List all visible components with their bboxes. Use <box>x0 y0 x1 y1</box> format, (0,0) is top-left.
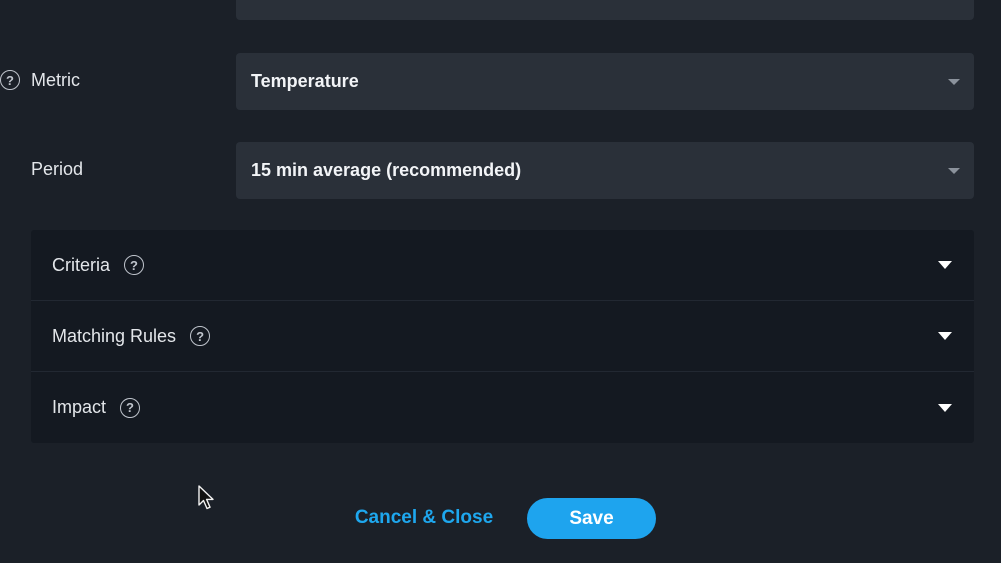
impact-help-icon[interactable]: ? <box>120 397 141 418</box>
criteria-label: Criteria <box>52 254 111 275</box>
chevron-down-icon <box>948 78 960 85</box>
criteria-help-icon[interactable]: ? <box>124 255 145 275</box>
previous-select-field[interactable] <box>236 0 974 20</box>
accordion-item-criteria[interactable]: Criteria ? <box>31 230 974 301</box>
metric-label: Metric <box>31 70 80 90</box>
period-select-value: 15 min average (recommended) <box>251 160 522 180</box>
impact-label: Impact <box>52 397 107 417</box>
caret-down-icon[interactable] <box>938 261 952 269</box>
metric-help-icon[interactable]: ? <box>0 70 20 90</box>
chevron-down-icon <box>948 167 960 174</box>
alert-settings-page: ? Metric Temperature Period 15 min avera… <box>0 0 1001 563</box>
accordion-item-matching-rules[interactable]: Matching Rules ? <box>31 301 974 372</box>
caret-down-icon[interactable] <box>938 403 952 412</box>
caret-down-icon[interactable] <box>938 332 952 340</box>
matching-rules-help-icon[interactable]: ? <box>190 326 211 346</box>
period-select[interactable]: 15 min average (recommended) <box>236 142 974 199</box>
mouse-pointer-icon <box>198 485 214 510</box>
period-label: Period <box>31 159 84 179</box>
save-button[interactable]: Save <box>527 498 656 539</box>
matching-rules-label: Matching Rules <box>52 325 177 346</box>
accordion-item-impact[interactable]: Impact ? <box>31 372 974 443</box>
settings-accordion: Criteria ? Matching Rules ? Impact ? <box>31 230 974 443</box>
cancel-close-button[interactable]: Cancel & Close <box>350 498 498 538</box>
metric-select-value: Temperature <box>251 71 359 91</box>
metric-select[interactable]: Temperature <box>236 53 974 110</box>
